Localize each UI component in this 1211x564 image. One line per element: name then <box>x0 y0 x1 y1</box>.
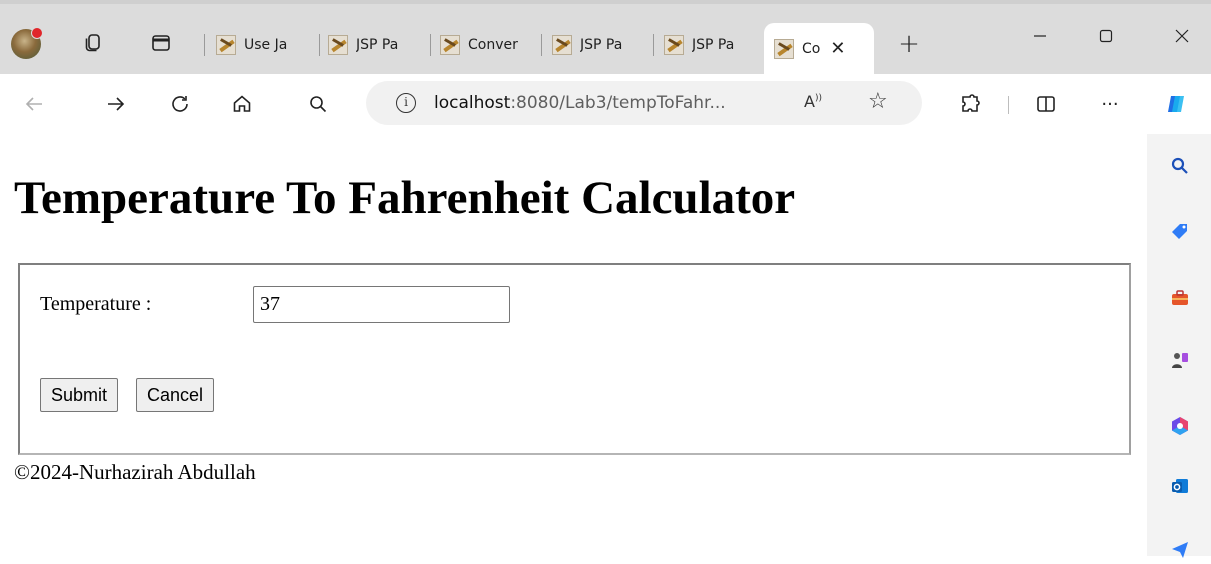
copyright-footer: ©2024-Nurhazirah Abdullah <box>14 460 256 484</box>
url-text[interactable]: localhost:8080/Lab3/tempToFahr... <box>434 93 726 113</box>
tomcat-favicon-icon <box>440 35 460 55</box>
address-bar[interactable]: i localhost:8080/Lab3/tempToFahr... A)) … <box>366 81 922 125</box>
tomcat-favicon-icon <box>328 35 348 55</box>
back-icon[interactable] <box>18 88 50 120</box>
edge-sidebar <box>1147 134 1211 558</box>
tab-5[interactable]: JSP Pa <box>664 31 760 59</box>
tab-active[interactable]: Co ✕ <box>764 23 874 74</box>
games-icon[interactable] <box>1170 350 1190 370</box>
tab-label: Co <box>802 40 821 57</box>
shopping-tag-icon[interactable] <box>1170 222 1190 242</box>
submit-button[interactable]: Submit <box>40 378 119 412</box>
tab-label: JSP Pa <box>580 37 623 53</box>
outlook-icon[interactable] <box>1170 476 1190 496</box>
copilot-icon[interactable] <box>1160 88 1192 120</box>
browser-toolbar: i localhost:8080/Lab3/tempToFahr... A)) … <box>0 74 1211 134</box>
home-icon[interactable] <box>226 88 258 120</box>
tab-separator <box>319 34 320 56</box>
tomcat-favicon-icon <box>774 38 794 59</box>
close-window-icon[interactable] <box>1162 24 1202 48</box>
toolbar-separator <box>1008 96 1009 114</box>
minimize-icon[interactable] <box>1020 24 1060 48</box>
tools-icon[interactable] <box>1170 288 1190 308</box>
favorite-icon[interactable]: ☆ <box>868 89 888 114</box>
new-tab-icon[interactable]: + <box>896 31 922 58</box>
cancel-button[interactable]: Cancel <box>136 378 215 412</box>
refresh-icon[interactable] <box>164 88 196 120</box>
url-host: localhost <box>434 93 511 113</box>
tab-label: JSP Pa <box>356 37 399 53</box>
tab-separator <box>430 34 431 56</box>
page-content: Temperature To Fahrenheit Calculator Tem… <box>0 134 1147 556</box>
tomcat-favicon-icon <box>552 35 572 55</box>
tab-2[interactable]: JSP Pa <box>328 31 426 59</box>
office-icon[interactable] <box>1170 416 1190 436</box>
tab-strip: Use Ja JSP Pa Conver JSP Pa JSP Pa Co ✕ … <box>0 0 1211 74</box>
tomcat-favicon-icon <box>216 35 236 55</box>
tomcat-favicon-icon <box>664 35 684 55</box>
tab-separator <box>541 34 542 56</box>
temperature-label: Temperature : <box>40 293 152 315</box>
url-path: :8080/Lab3/tempToFahr... <box>510 93 726 113</box>
profile-avatar[interactable] <box>11 27 43 59</box>
read-aloud-icon[interactable]: A)) <box>804 92 822 111</box>
send-icon[interactable] <box>1170 540 1190 560</box>
page-title: Temperature To Fahrenheit Calculator <box>14 172 796 224</box>
more-icon[interactable]: ··· <box>1094 88 1126 120</box>
window-top-border <box>0 0 1211 4</box>
notification-dot-icon <box>31 27 43 39</box>
maximize-icon[interactable] <box>1086 24 1126 48</box>
tab-actions-icon[interactable] <box>148 30 174 56</box>
tab-label: Use Ja <box>244 37 288 53</box>
info-icon[interactable]: i <box>396 93 416 113</box>
close-tab-icon[interactable]: ✕ <box>830 38 845 59</box>
tab-separator <box>204 34 205 56</box>
tab-4[interactable]: JSP Pa <box>552 31 650 59</box>
tab-label: JSP Pa <box>692 37 735 53</box>
tab-3[interactable]: Conver <box>440 31 538 59</box>
workspaces-icon[interactable] <box>80 30 106 56</box>
extensions-icon[interactable] <box>954 88 986 120</box>
tab-1[interactable]: Use Ja <box>216 31 314 59</box>
form-container: Temperature : Submit Cancel <box>18 263 1131 455</box>
forward-icon[interactable] <box>100 88 132 120</box>
sidebar-search-icon[interactable] <box>1170 156 1190 176</box>
search-icon[interactable] <box>302 88 334 120</box>
temperature-input[interactable] <box>253 286 510 323</box>
tab-separator <box>653 34 654 56</box>
tab-label: Conver <box>468 37 518 53</box>
split-screen-icon[interactable] <box>1030 88 1062 120</box>
